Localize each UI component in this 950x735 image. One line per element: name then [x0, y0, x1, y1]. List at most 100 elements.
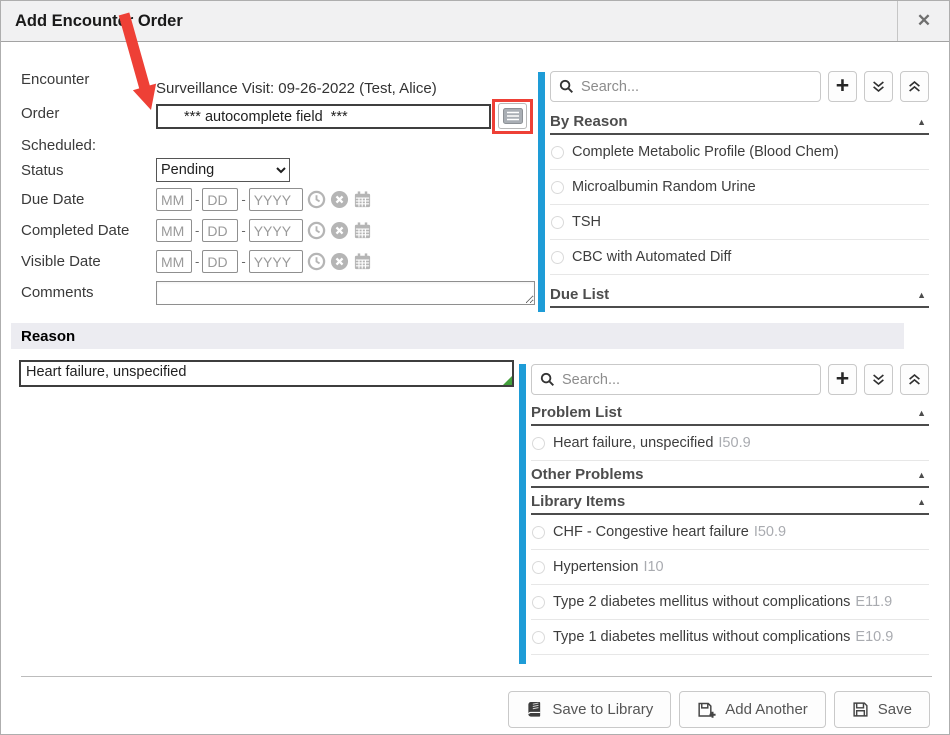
order-search-input[interactable]	[581, 79, 812, 95]
add-another-button[interactable]: Add Another	[679, 691, 826, 728]
due-date-row: - -	[156, 188, 372, 211]
diagnosis-code: E10.9	[855, 629, 893, 645]
plus-icon: +	[836, 367, 849, 390]
section-header-library-items[interactable]: Library Items ▲	[531, 490, 929, 515]
reason-section-title: Reason	[21, 328, 75, 345]
due-date-day-input[interactable]	[202, 188, 238, 211]
section-header-due-list[interactable]: Due List ▲	[550, 283, 929, 308]
completed-date-calendar-button[interactable]	[353, 221, 372, 240]
dialog-header: Add Encounter Order ✕	[1, 1, 949, 42]
footer-divider	[21, 676, 932, 677]
order-panel-accent-bar	[538, 72, 545, 312]
radio-icon	[551, 146, 564, 159]
search-icon	[559, 79, 574, 94]
scheduled-label: Scheduled:	[21, 137, 96, 154]
order-item[interactable]: CBC with Automated Diff	[550, 240, 929, 275]
collapse-arrow-icon: ▲	[917, 290, 929, 300]
double-chevron-up-icon	[908, 373, 921, 386]
clear-circle-icon	[330, 221, 349, 240]
date-separator: -	[241, 192, 245, 207]
double-chevron-up-icon	[908, 80, 921, 93]
reason-section-header: Reason	[11, 323, 904, 349]
due-date-year-input[interactable]	[249, 188, 303, 211]
order-autocomplete-input[interactable]	[156, 104, 491, 129]
date-separator: -	[195, 254, 199, 269]
completed-date-clear-button[interactable]	[330, 221, 349, 240]
date-separator: -	[195, 223, 199, 238]
diagnosis-code: I10	[643, 559, 663, 575]
status-label: Status	[21, 162, 64, 179]
status-select[interactable]: Pending	[156, 158, 290, 182]
plus-icon: +	[836, 74, 849, 97]
reason-search-input[interactable]	[562, 372, 812, 388]
diagnosis-code: I50.9	[754, 524, 786, 540]
double-chevron-down-icon	[872, 373, 885, 386]
diagnosis-code: I50.9	[718, 435, 750, 451]
due-date-month-input[interactable]	[156, 188, 192, 211]
completed-date-now-button[interactable]	[307, 221, 326, 240]
visible-date-calendar-button[interactable]	[353, 252, 372, 271]
save-icon	[852, 701, 869, 718]
order-collapse-all-button[interactable]	[900, 71, 929, 102]
visible-date-clear-button[interactable]	[330, 252, 349, 271]
date-separator: -	[195, 192, 199, 207]
reason-search-box	[531, 364, 821, 395]
diagnosis-code: E11.9	[855, 594, 892, 610]
reason-collapse-all-button[interactable]	[900, 364, 929, 395]
reason-add-button[interactable]: +	[828, 364, 857, 395]
due-date-label: Due Date	[21, 191, 84, 208]
clear-circle-icon	[330, 252, 349, 271]
visible-date-row: - -	[156, 250, 372, 273]
radio-icon	[532, 631, 545, 644]
due-date-clear-button[interactable]	[330, 190, 349, 209]
visible-date-now-button[interactable]	[307, 252, 326, 271]
library-item[interactable]: Type 1 diabetes mellitus without complic…	[531, 620, 929, 655]
save-to-library-button[interactable]: Save to Library	[508, 691, 671, 728]
calendar-icon	[353, 190, 372, 209]
clock-icon	[307, 252, 326, 271]
due-date-now-button[interactable]	[307, 190, 326, 209]
library-item[interactable]: Type 2 diabetes mellitus without complic…	[531, 585, 929, 620]
reason-field-wrapper: Heart failure, unspecified	[19, 360, 514, 387]
close-icon: ✕	[917, 11, 931, 31]
visible-date-day-input[interactable]	[202, 250, 238, 273]
section-header-problem-list[interactable]: Problem List ▲	[531, 401, 929, 426]
resize-grip-icon[interactable]	[503, 376, 512, 385]
visible-date-year-input[interactable]	[249, 250, 303, 273]
completed-date-month-input[interactable]	[156, 219, 192, 242]
completed-date-year-input[interactable]	[249, 219, 303, 242]
comments-textarea[interactable]	[156, 281, 535, 305]
section-header-by-reason[interactable]: By Reason ▲	[550, 110, 929, 135]
reason-expand-all-button[interactable]	[864, 364, 893, 395]
reason-textarea[interactable]: Heart failure, unspecified	[21, 362, 512, 385]
footer-buttons: Save to Library Add Another Save	[508, 691, 930, 728]
date-separator: -	[241, 223, 245, 238]
save-plus-icon	[697, 701, 716, 719]
order-item[interactable]: Microalbumin Random Urine	[550, 170, 929, 205]
library-item[interactable]: Hypertension I10	[531, 550, 929, 585]
collapse-arrow-icon: ▲	[917, 117, 929, 127]
library-item[interactable]: CHF - Congestive heart failure I50.9	[531, 515, 929, 550]
order-search-panel: + By Reason ▲ Complete Metabolic Profile…	[550, 71, 929, 308]
radio-icon	[551, 251, 564, 264]
collapse-arrow-icon: ▲	[917, 497, 929, 507]
collapse-arrow-icon: ▲	[917, 408, 929, 418]
close-button[interactable]: ✕	[898, 1, 950, 41]
order-expand-all-button[interactable]	[864, 71, 893, 102]
completed-date-day-input[interactable]	[202, 219, 238, 242]
reason-search-panel: + Problem List ▲ Heart failure, unspecif…	[531, 364, 929, 655]
comments-label: Comments	[21, 284, 94, 301]
save-button[interactable]: Save	[834, 691, 930, 728]
radio-icon	[532, 561, 545, 574]
problem-item[interactable]: Heart failure, unspecified I50.9	[531, 426, 929, 461]
order-add-button[interactable]: +	[828, 71, 857, 102]
radio-icon	[532, 596, 545, 609]
due-date-calendar-button[interactable]	[353, 190, 372, 209]
section-header-other-problems[interactable]: Other Problems ▲	[531, 463, 929, 488]
clear-circle-icon	[330, 190, 349, 209]
order-item[interactable]: Complete Metabolic Profile (Blood Chem)	[550, 135, 929, 170]
order-list-button[interactable]	[498, 103, 527, 129]
visible-date-month-input[interactable]	[156, 250, 192, 273]
calendar-icon	[353, 252, 372, 271]
order-item[interactable]: TSH	[550, 205, 929, 240]
